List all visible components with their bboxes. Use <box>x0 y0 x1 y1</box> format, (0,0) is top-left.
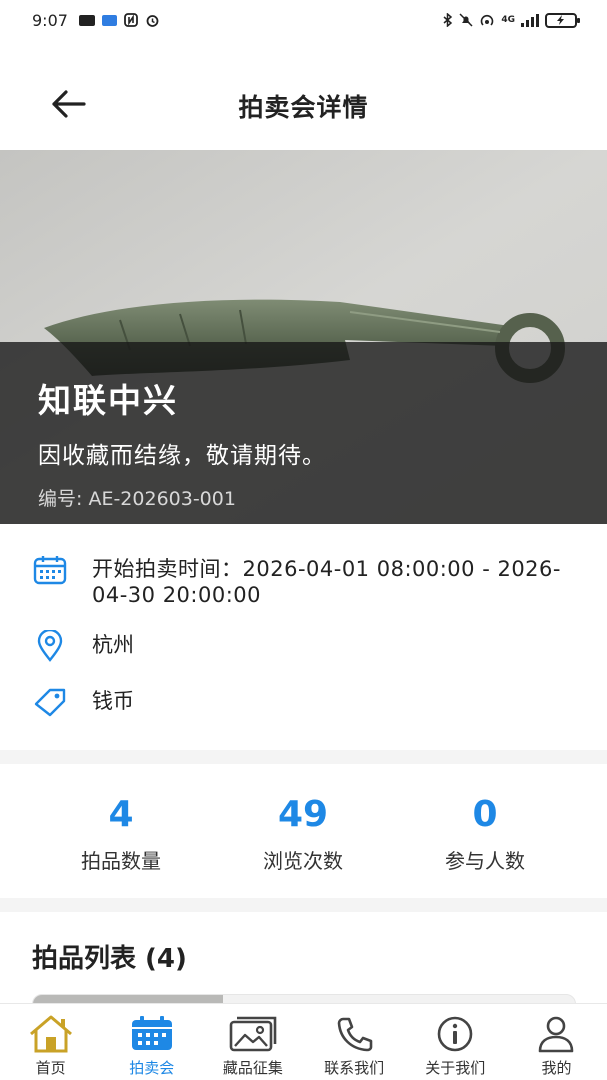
lot-list-section: 拍品列表 (4) <box>0 912 607 1014</box>
auction-time: 开始拍卖时间：2026-04-01 08:00:00 - 2026-04-30 … <box>92 557 561 607</box>
status-time: 9:07 <box>32 10 68 30</box>
stat-label: 拍品数量 <box>81 849 161 873</box>
tab-label: 藏品征集 <box>222 1059 283 1077</box>
stat-value: 0 <box>472 794 498 835</box>
hotspot-icon <box>481 14 494 26</box>
stat-value: 4 <box>108 794 134 835</box>
stat-lot-count: 4 拍品数量 <box>30 794 212 898</box>
usb-icon <box>101 14 117 26</box>
stat-view-count: 49 浏览次数 <box>212 794 394 898</box>
status-bar: 9:07 4G <box>0 0 607 40</box>
tab-auction[interactable]: 拍卖会 <box>101 1004 202 1080</box>
signal-icon <box>521 13 539 27</box>
auction-title: 知联中兴 <box>38 381 178 420</box>
auction-code: 编号: AE-202603-001 <box>38 488 236 510</box>
info-icon <box>431 1014 479 1054</box>
location-pin-icon <box>32 628 68 664</box>
hero-overlay: 知联中兴 因收藏而结缘，敬请期待。 编号: AE-202603-001 <box>0 342 607 524</box>
nfc-icon <box>124 13 138 27</box>
battery-icon <box>545 12 580 28</box>
tab-label: 联系我们 <box>324 1059 385 1077</box>
stat-participant-count: 0 参与人数 <box>394 794 576 898</box>
phone-icon <box>330 1014 378 1054</box>
network-type: 4G <box>501 15 515 25</box>
stat-value: 49 <box>277 794 329 835</box>
stat-label: 浏览次数 <box>263 849 343 873</box>
image-icon <box>229 1014 277 1054</box>
auction-category: 钱币 <box>92 689 134 713</box>
lot-list-title: 拍品列表 (4) <box>32 944 187 974</box>
auction-cover-image: 知联中兴 因收藏而结缘，敬请期待。 编号: AE-202603-001 <box>0 150 607 524</box>
tab-collection[interactable]: 藏品征集 <box>202 1004 303 1080</box>
stat-label: 参与人数 <box>445 849 525 873</box>
auction-location-row: 杭州 <box>32 628 607 664</box>
auction-time-row: 开始拍卖时间：2026-04-01 08:00:00 - 2026-04-30 … <box>32 552 607 608</box>
user-icon <box>532 1014 580 1054</box>
alarm-icon <box>146 14 159 27</box>
tab-label: 拍卖会 <box>129 1059 175 1077</box>
home-icon <box>27 1014 75 1054</box>
auction-stats: 4 拍品数量 49 浏览次数 0 参与人数 <box>0 764 607 898</box>
tab-label: 首页 <box>35 1059 66 1077</box>
notification-app-icon <box>78 14 95 26</box>
auction-location: 杭州 <box>92 633 134 657</box>
tab-label: 关于我们 <box>425 1059 486 1077</box>
bottom-tab-bar: 首页 拍卖会 藏品征集 联系我们 关于我们 我的 <box>0 1003 607 1080</box>
tab-profile[interactable]: 我的 <box>506 1004 607 1080</box>
tag-icon <box>32 684 68 720</box>
page-header: 拍卖会详情 <box>0 40 607 150</box>
tab-about[interactable]: 关于我们 <box>405 1004 506 1080</box>
mute-icon <box>459 13 473 27</box>
page-title: 拍卖会详情 <box>238 93 369 122</box>
auction-detail-page: 9:07 4G 拍卖会详情 知联中兴 因收藏而结缘，敬请期待。 编号: AE-2… <box>0 0 607 1080</box>
tab-contact[interactable]: 联系我们 <box>304 1004 405 1080</box>
auction-subtitle: 因收藏而结缘，敬请期待。 <box>38 443 326 469</box>
calendar-icon <box>32 552 68 588</box>
tab-label: 我的 <box>541 1059 572 1077</box>
auction-category-row: 钱币 <box>32 684 607 720</box>
bluetooth-icon <box>443 13 453 27</box>
calendar-icon <box>128 1014 176 1054</box>
auction-info-card: 开始拍卖时间：2026-04-01 08:00:00 - 2026-04-30 … <box>0 524 607 750</box>
tab-home[interactable]: 首页 <box>0 1004 101 1080</box>
